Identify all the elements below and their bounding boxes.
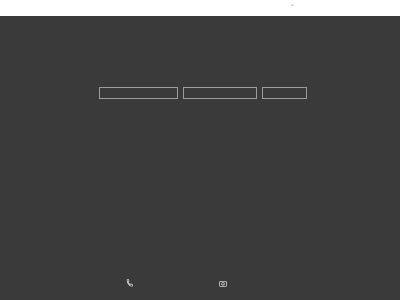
phone-icon[interactable] — [125, 279, 133, 287]
input-field-1[interactable] — [99, 87, 178, 99]
input-field-2[interactable] — [183, 87, 257, 99]
input-field-3[interactable] — [262, 87, 307, 99]
screen: ⌄ — [0, 0, 400, 300]
top-bar: ⌄ — [0, 0, 400, 16]
camera-icon[interactable] — [219, 279, 227, 287]
chevron-down-icon[interactable]: ⌄ — [290, 2, 295, 8]
